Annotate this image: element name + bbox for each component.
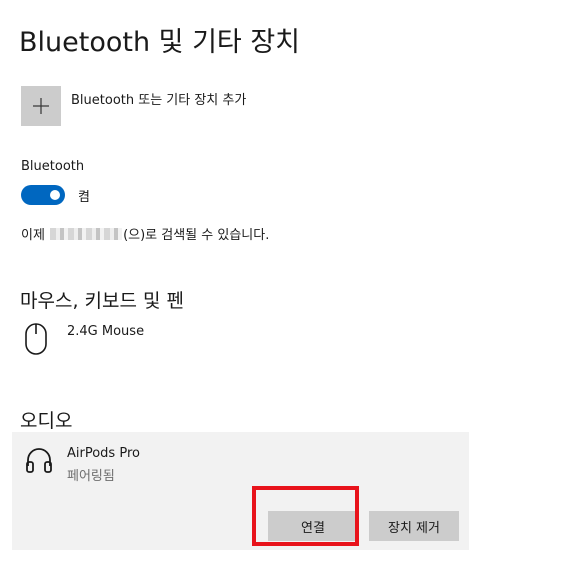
device-status: 페어링됨: [67, 469, 115, 484]
discoverable-text: 이제 (으)로 검색될 수 있습니다.: [21, 224, 269, 243]
section-title-input: 마우스, 키보드 및 펜: [20, 290, 184, 312]
device-item-mouse[interactable]: 2.4G Mouse: [24, 321, 144, 357]
connect-button[interactable]: 연결: [268, 511, 358, 541]
mouse-icon: [25, 323, 47, 355]
remove-device-button[interactable]: 장치 제거: [369, 511, 459, 541]
discoverable-suffix: (으)로 검색될 수 있습니다.: [123, 228, 270, 243]
page-title: Bluetooth 및 기타 장치: [19, 27, 301, 58]
add-device-button[interactable]: Bluetooth 또는 기타 장치 추가: [21, 86, 246, 126]
toggle-state-label: 켬: [78, 189, 90, 205]
device-text: AirPods Pro 페어링됨: [67, 446, 140, 484]
device-name: AirPods Pro: [67, 446, 140, 461]
toggle-knob: [50, 190, 60, 200]
redacted-device-name: [50, 227, 123, 240]
plus-icon: [33, 98, 49, 114]
device-item-airpods: AirPods Pro 페어링됨: [25, 446, 140, 484]
headphones-icon: [26, 448, 52, 473]
discoverable-prefix: 이제: [21, 228, 50, 243]
add-device-label: Bluetooth 또는 기타 장치 추가: [71, 93, 247, 108]
bluetooth-toggle-row: 켬: [21, 185, 90, 205]
bluetooth-label: Bluetooth: [21, 159, 85, 174]
add-device-tile[interactable]: [21, 86, 61, 126]
section-title-audio: 오디오: [20, 410, 73, 432]
device-name: 2.4G Mouse: [67, 324, 145, 339]
bluetooth-toggle[interactable]: [21, 185, 65, 205]
